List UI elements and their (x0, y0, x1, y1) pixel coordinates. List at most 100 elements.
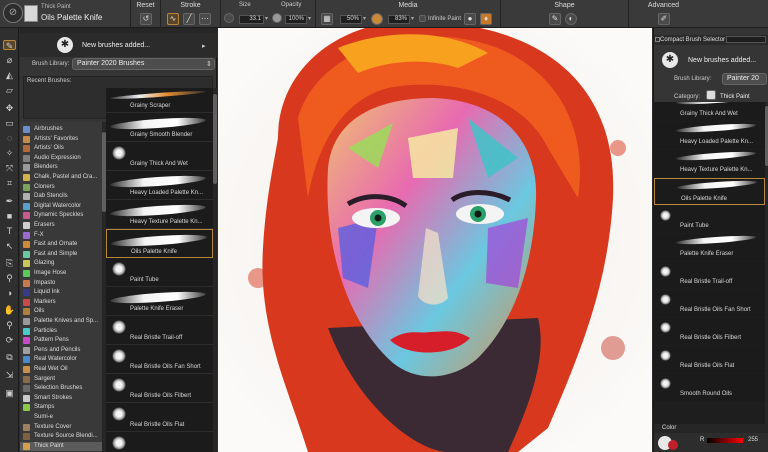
rotate-page-tool-icon[interactable]: ⟳ (3, 335, 16, 345)
eraser-tool-icon[interactable]: ▱ (3, 85, 16, 95)
lasso-tool-icon[interactable]: ◌ (3, 133, 16, 143)
shape-rect-tool-icon[interactable]: ■ (3, 211, 16, 221)
infinite-paint-checkbox[interactable] (419, 15, 426, 22)
category-item[interactable]: Audio Expression (20, 154, 105, 163)
category-item[interactable]: Sargent (20, 375, 105, 384)
compact-variant-item[interactable]: Heavy Texture Palette Kn... (654, 150, 765, 177)
category-item[interactable]: Fast and Ornate (20, 240, 105, 249)
library-dropdown-icon[interactable]: ⇕ (206, 60, 212, 68)
shape-select-tool-icon[interactable]: ↖ (3, 241, 16, 251)
media-field-2[interactable]: 83% (388, 15, 410, 24)
freehand-stroke-button[interactable]: ∿ (167, 13, 179, 25)
category-item[interactable]: Fast and Simple (20, 250, 105, 259)
category-item[interactable]: Real Wet Oil (20, 365, 105, 374)
advanced-settings-button[interactable]: ✐ (658, 13, 670, 25)
compact-variant-item[interactable]: Oils Palette Knife (654, 178, 765, 205)
media-dropdown-1-icon[interactable]: ▾ (363, 15, 368, 24)
category-item[interactable]: Glazing (20, 259, 105, 268)
category-item[interactable]: Markers (20, 298, 105, 307)
magic-wand-tool-icon[interactable]: ✧ (3, 148, 16, 158)
stroke-options-button[interactable]: ⋯ (199, 13, 211, 25)
category-item[interactable]: Image Hose (20, 269, 105, 278)
news-arrow-icon[interactable]: ▸ (202, 42, 206, 50)
brush-variant-item[interactable]: Real Bristle Oils Fan Short (106, 345, 213, 374)
opacity-field[interactable]: 100% (285, 15, 307, 24)
compact-variant-item[interactable]: Paint Tube (654, 206, 765, 233)
transform-tool-icon[interactable]: ⤧ (3, 163, 16, 173)
category-item[interactable]: Palette Knives and Sp... (20, 317, 105, 326)
compact-variant-item[interactable]: Real Bristle Oils Filbert (654, 318, 765, 345)
media-dropdown-2-icon[interactable]: ▾ (411, 15, 416, 24)
category-item[interactable]: Selection Brushes (20, 384, 105, 393)
category-item[interactable]: Pens and Pencils (20, 346, 105, 355)
compact-variant-item[interactable]: Smooth Round Oils (654, 374, 765, 401)
category-item[interactable]: Pattern Pens (20, 336, 105, 345)
paint-bucket-tool-icon[interactable]: ◭ (3, 70, 16, 80)
category-item[interactable]: F-X (20, 231, 105, 240)
brush-library-select[interactable]: Painter 2020 Brushes (72, 58, 215, 70)
red-channel-value[interactable]: 255 (748, 437, 758, 443)
brush-variant-item[interactable]: Palette Knife Eraser (106, 287, 213, 316)
dodge-tool-icon[interactable]: ◑ (3, 288, 16, 298)
brush-tool-icon[interactable]: ✎ (3, 40, 16, 51)
brush-variant-item[interactable]: Heavy Texture Palette Kn... (106, 200, 213, 229)
text-tool-icon[interactable]: T (3, 226, 16, 236)
magnifier-tool-icon[interactable]: ⚲ (3, 320, 16, 330)
category-item[interactable]: Texture Source Blendi... (20, 432, 105, 441)
paint-fire-icon[interactable]: ♦ (480, 13, 492, 25)
cloner-tool-icon[interactable]: ⎘ (3, 258, 16, 268)
category-item[interactable]: Sumi-e (20, 413, 105, 422)
additional-color-swatch[interactable] (668, 440, 678, 450)
compact-panel-search[interactable] (726, 36, 766, 43)
brush-variant-item[interactable]: Grainy Scraper (106, 88, 213, 113)
reset-brush-button[interactable]: ↺ (140, 13, 152, 25)
crop-tool-icon[interactable]: ⌗ (3, 178, 16, 188)
category-value[interactable]: Thick Paint (720, 94, 750, 100)
brush-variant-item[interactable]: Grainy Thick And Wet (106, 142, 213, 171)
compact-variant-item[interactable]: Real Bristle Trail-off (654, 262, 765, 289)
brush-variant-item[interactable]: Real Bristle Trail-off (106, 316, 213, 345)
paint-drop-icon[interactable]: ● (464, 13, 476, 25)
color-swatch-icon[interactable]: ▣ (3, 388, 16, 398)
document-canvas[interactable] (218, 28, 652, 452)
compact-variant-item[interactable]: Real Bristle Oils Flat (654, 346, 765, 373)
brush-variant-item[interactable]: Oils Palette Knife (106, 229, 213, 258)
category-item[interactable]: Erasers (20, 221, 105, 230)
category-item[interactable]: Stamps (20, 403, 105, 412)
shape-circle-button[interactable]: ◐ (565, 13, 577, 25)
category-item[interactable]: Chalk, Pastel and Cra... (20, 173, 105, 182)
rect-select-tool-icon[interactable]: ▭ (3, 118, 16, 128)
category-item[interactable]: Smart Strokes (20, 394, 105, 403)
variant-scrollbar[interactable] (213, 88, 217, 452)
mirror-tool-icon[interactable]: ⧉ (3, 352, 16, 362)
category-item[interactable]: Thick Paint (20, 441, 105, 451)
brush-variant-item[interactable] (106, 432, 213, 452)
straight-line-stroke-button[interactable]: ╱ (183, 13, 195, 25)
current-brush-indicator[interactable]: Thick Paint Oils Palette Knife (24, 2, 128, 26)
compact-news-text[interactable]: New brushes added... (688, 57, 756, 64)
compact-variant-item[interactable]: Real Bristle Oils Fan Short (654, 290, 765, 317)
dropper-tool-icon[interactable]: ⌀ (3, 55, 16, 65)
category-item[interactable]: Cloners (20, 183, 105, 192)
category-item[interactable]: Digital Watercolor (20, 202, 105, 211)
move-tool-icon[interactable]: ✥ (3, 103, 16, 113)
brush-variant-item[interactable]: Grainy Smooth Blender (106, 113, 213, 142)
grabber-tool-icon[interactable]: ✋ (3, 305, 16, 315)
category-item[interactable]: Texture Cover (20, 423, 105, 432)
rubber-stamp-tool-icon[interactable]: ⚲ (3, 273, 16, 283)
category-item[interactable]: Impasto (20, 279, 105, 288)
category-item[interactable]: Real Watercolor (20, 355, 105, 364)
layer-adjuster-tool-icon[interactable]: ⇲ (3, 370, 16, 380)
news-banner[interactable]: ✱ New brushes added... ▸ (20, 33, 217, 57)
compact-variant-item[interactable]: Grainy Thick And Wet (654, 102, 765, 121)
size-field[interactable]: 33.1 (239, 15, 264, 24)
brush-variant-item[interactable]: Real Bristle Oils Filbert (106, 374, 213, 403)
category-item[interactable]: Dynamic Speckles (20, 211, 105, 220)
media-field-1[interactable]: 50% (340, 15, 362, 24)
compact-variant-item[interactable]: Palette Knife Eraser (654, 234, 765, 261)
category-item[interactable]: Artists' Favorites (20, 135, 105, 144)
brush-variant-item[interactable]: Real Bristle Oils Flat (106, 403, 213, 432)
variant-scrollbar-thumb[interactable] (213, 94, 217, 184)
pen-tool-icon[interactable]: ✒ (3, 196, 16, 206)
compact-variant-item[interactable]: Heavy Loaded Palette Kn... (654, 122, 765, 149)
